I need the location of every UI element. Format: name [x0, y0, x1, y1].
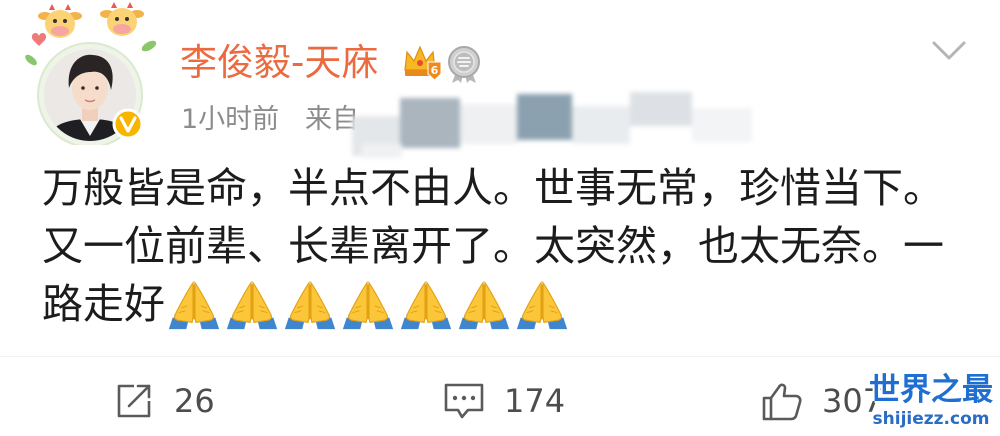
repost-count: 26 [174, 382, 215, 420]
folded-hands-emoji [339, 278, 397, 330]
folded-hands-emoji [455, 278, 513, 330]
site-watermark: 世界之最 shijiezz.com [866, 372, 996, 434]
watermark-url: shijiezz.com [872, 409, 990, 429]
comment-icon [444, 383, 484, 419]
crown-level: 6 [431, 64, 439, 77]
post-source: 来自 [305, 104, 359, 135]
comment-count: 174 [504, 382, 566, 420]
folded-hands-emoji [281, 278, 339, 330]
medal-icon[interactable] [446, 44, 482, 84]
body-line: 路走好 [42, 275, 944, 333]
watermark-title: 世界之最 [869, 372, 993, 408]
mosaic-blur [352, 86, 767, 160]
post-body: 万般皆是命，半点不由人。世事无常，珍惜当下。 又一位前辈、长辈离开了。太突然，也… [42, 159, 944, 333]
comment-button[interactable]: 174 [442, 378, 565, 424]
divider [0, 356, 1000, 357]
post-time[interactable]: 1小时前 [181, 102, 279, 138]
like-button[interactable]: 307 [760, 378, 883, 424]
user-avatar[interactable] [25, 0, 165, 145]
thumbs-up-icon [762, 383, 802, 421]
body-line: 又一位前辈、长辈离开了。太突然，也太无奈。一 [42, 222, 944, 270]
folded-hands-emoji [165, 278, 223, 330]
verified-v-badge [112, 108, 144, 140]
share-icon [117, 384, 151, 418]
folded-hands-emoji [397, 278, 455, 330]
username[interactable]: 李俊毅-天庥 [180, 38, 378, 88]
body-emoji-row [165, 278, 571, 330]
body-line-text: 路走好 [42, 280, 165, 328]
folded-hands-emoji [223, 278, 281, 330]
weibo-post-card: 李俊毅-天庥 6 1小时前 来自 万般皆是命，半点不由人。世事无常，珍惜当下。 … [0, 0, 1000, 436]
repost-button[interactable]: 26 [114, 378, 215, 424]
body-line: 万般皆是命，半点不由人。世事无常，珍惜当下。 [42, 164, 944, 212]
folded-hands-emoji [513, 278, 571, 330]
chevron-down-icon[interactable] [930, 38, 968, 64]
crown-icon[interactable]: 6 [402, 44, 442, 82]
